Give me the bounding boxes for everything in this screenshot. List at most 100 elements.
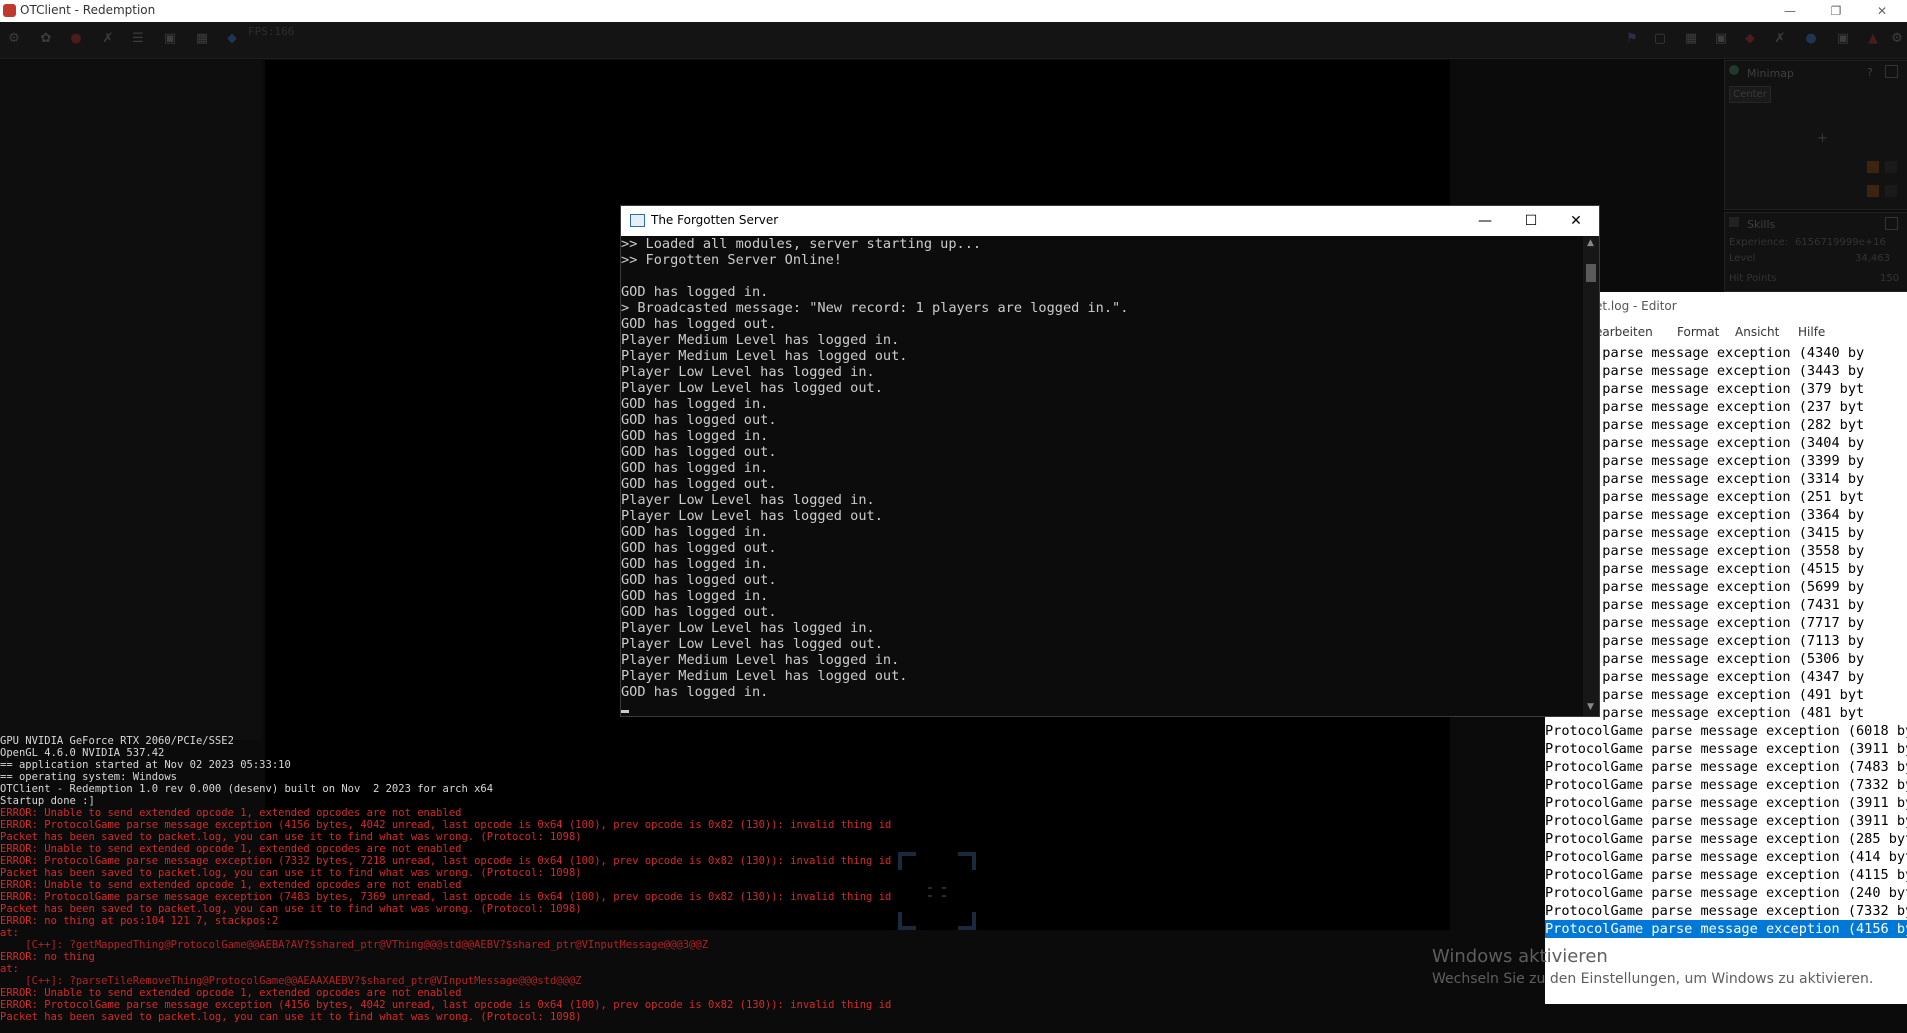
server-console-titlebar[interactable]: The Forgotten Server — ☐ ✕ [621,206,1599,236]
minimap-panel[interactable]: Minimap ? Center + [1724,60,1907,210]
editor-line: ProtocolGame parse message exception (28… [1545,830,1907,848]
exit-icon[interactable]: ▲ [1865,31,1881,47]
server-log-line: Player Low Level has logged in. [621,364,875,380]
server-log-line: GOD has logged in. [621,588,769,604]
server-log-line: Player Low Level has logged out. [621,380,883,396]
skills-panel-icon [1729,217,1739,227]
console-line: == operating system: Windows [0,771,178,783]
market-icon[interactable]: ▦ [1683,31,1699,47]
console-line: Packet has been saved to packet.log, you… [0,1011,582,1023]
editor-line: ProtocolGame parse message exception (74… [1545,758,1907,776]
console-line: ERROR: no thing [0,951,95,963]
minimize-icon[interactable]: — [1767,0,1813,22]
minimap-floor-up-icon[interactable] [1867,161,1879,173]
console-line: at: [0,963,19,975]
left-panel [0,60,262,740]
battle-icon[interactable]: ✗ [100,31,116,47]
menu-view[interactable]: Ansicht [1735,325,1779,339]
scroll-up-icon[interactable]: ▲ [1587,238,1594,248]
editor-line: ProtocolGame parse message exception (73… [1545,902,1907,920]
server-log-line: GOD has logged out. [621,572,777,588]
menu-help[interactable]: Hilfe [1798,325,1825,339]
minimap-zoom-in-icon[interactable] [1885,161,1897,173]
minimap-help-icon[interactable]: ? [1867,66,1873,79]
activation-watermark-subtitle: Wechseln Sie zu den Einstellungen, um Wi… [1432,971,1874,987]
server-log-line: GOD has logged in. [621,284,769,300]
console-line: ERROR: ProtocolGame parse message except… [0,999,892,1011]
minimap-center-button[interactable]: Center [1729,86,1771,103]
skills-panel[interactable]: Skills Experience: 6156719999e+16 Level … [1724,212,1907,292]
server-log-line: >> Forgotten Server Online! [621,252,842,268]
server-console-window[interactable]: The Forgotten Server — ☐ ✕ >> Loaded all… [620,205,1600,717]
skills-minimize-icon[interactable] [1885,217,1898,230]
logout-icon[interactable]: ⚙ [6,31,22,47]
server-log-line: GOD has logged out. [621,476,777,492]
editor-line: ProtocolGame parse message exception (73… [1545,776,1907,794]
editor-line: ProtocolGame parse message exception (41… [1545,920,1907,938]
store-icon[interactable]: ◆ [1742,31,1758,47]
close-icon[interactable]: ✕ [1859,0,1905,22]
console-line: ERROR: ProtocolGame parse message except… [0,819,892,831]
maximize-icon[interactable]: ☐ [1508,206,1554,236]
server-console-output[interactable]: >> Loaded all modules, server starting u… [621,236,1581,716]
console-line: ERROR: Unable to send extended opcode 1,… [0,843,462,855]
server-log-line [621,268,1581,284]
editor-line: ProtocolGame parse message exception (24… [1545,884,1907,902]
server-console-scrollbar[interactable]: ▲ ▼ [1583,236,1599,716]
hotkeys-icon[interactable]: ● [68,31,84,47]
premium-icon[interactable]: ▣ [1835,31,1851,47]
scrollbar-thumb[interactable] [1586,264,1596,282]
server-log-line: GOD has logged in. [621,428,769,444]
console-line: == application started at Nov 02 2023 05… [0,759,291,771]
settings-icon[interactable]: ⚙ [1889,31,1905,47]
skills-experience-label: Experience: [1729,237,1789,248]
scroll-down-icon[interactable]: ▼ [1587,702,1594,712]
server-log-line: Player Low Level has logged in. [621,492,875,508]
server-log-line: GOD has logged out. [621,540,777,556]
editor-line: ProtocolGame parse message exception (39… [1545,794,1907,812]
server-log-line: GOD has logged out. [621,316,777,332]
editor-line: ProtocolGame parse message exception (39… [1545,740,1907,758]
editor-title: et.log - Editor [1595,299,1677,313]
minimap-icon [1729,65,1739,75]
server-log-line: Player Medium Level has logged out. [621,348,908,364]
flag-icon[interactable]: ⚑ [1624,31,1640,47]
restore-icon[interactable]: ❐ [1813,0,1859,22]
console-line: OTClient - Redemption 1.0 rev 0.000 (des… [0,783,494,795]
editor-line: ProtocolGame parse message exception (41… [1545,848,1907,866]
minimap-zoom-out-icon[interactable] [1885,185,1897,197]
skills-level-label: Level [1729,253,1756,264]
server-log-line: Player Low Level has logged out. [621,636,883,652]
pvp-icon[interactable]: ✗ [1772,31,1788,47]
options-icon[interactable]: ✿ [38,31,54,47]
editor-line-text: ProtocolGame parse message exception (41… [1545,849,1907,865]
editor-line-text: ProtocolGame parse message exception (73… [1545,903,1907,919]
minimap-floor-down-icon[interactable] [1867,185,1879,197]
quest-icon[interactable]: ▦ [194,31,210,47]
server-log-line: GOD has logged out. [621,412,777,428]
console-line: Packet has been saved to packet.log, you… [0,831,582,843]
otclient-titlebar: OTClient - Redemption — ❐ ✕ [0,0,1907,22]
console-line: ERROR: Unable to send extended opcode 1,… [0,987,462,999]
server-log-line: GOD has logged out. [621,604,777,620]
editor-line-text: ProtocolGame parse message exception (39… [1545,741,1907,757]
server-log-line: GOD has logged in. [621,684,769,700]
vip-icon[interactable]: ☰ [130,31,146,47]
editor-line-text: ProtocolGame parse message exception (24… [1545,885,1907,901]
bot-icon[interactable]: ▢ [1652,31,1668,47]
client-console[interactable]: GPU NVIDIA GeForce RTX 2060/PCIe/SSE2 Ope… [0,735,1000,1033]
minimize-icon[interactable]: — [1462,206,1508,236]
editor-line: ProtocolGame parse message exception (60… [1545,722,1907,740]
minimap-close-icon[interactable] [1885,65,1898,78]
console-line: ERROR: ProtocolGame parse message except… [0,891,892,903]
spells-icon[interactable]: ◆ [224,31,240,47]
editor-line-text: ProtocolGame parse message exception (74… [1545,759,1907,775]
skills-icon[interactable]: ▣ [162,31,178,47]
menu-format[interactable]: Format [1677,325,1719,339]
close-icon[interactable]: ✕ [1553,206,1599,236]
menu-edit[interactable]: earbeiten [1595,325,1653,339]
unjustified-icon[interactable]: ▣ [1713,31,1729,47]
server-log-line: GOD has logged in. [621,556,769,572]
console-line: ERROR: ProtocolGame parse message except… [0,855,892,867]
world-icon[interactable]: ● [1803,31,1819,47]
